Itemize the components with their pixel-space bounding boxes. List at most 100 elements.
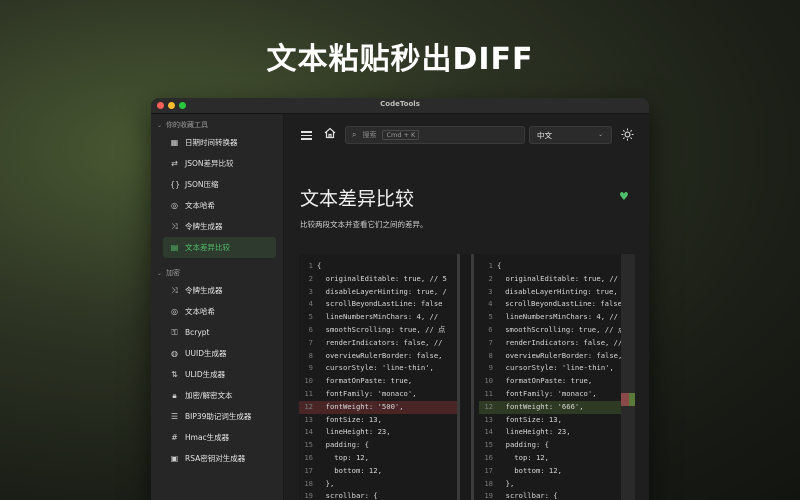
code-line[interactable]: 15 padding: { xyxy=(479,439,621,452)
language-select[interactable]: 中文 ⌄ xyxy=(529,126,612,144)
code-line[interactable]: 9 cursorStyle: 'line-thin', xyxy=(299,362,459,375)
sidebar-item[interactable]: {} JSON压缩 xyxy=(163,174,276,195)
code-line[interactable]: 8 overviewRulerBorder: false, xyxy=(479,350,621,363)
pane-scrollbar[interactable] xyxy=(457,254,460,500)
compare-icon: ⇄ xyxy=(171,159,178,168)
line-number: 13 xyxy=(304,414,313,424)
sidebar-item-label: 日期时间转换器 xyxy=(185,138,238,147)
code-line[interactable]: 11 fontFamily: 'monaco', xyxy=(479,388,621,401)
code-text: scrollBeyondLastLine: false, xyxy=(496,299,621,309)
code-text: scrollBeyondLastLine: false xyxy=(317,299,443,309)
eye-slash-icon: ◎ xyxy=(171,201,178,210)
code-text: lineNumbersMinChars: 4, // xyxy=(317,312,443,322)
code-line[interactable]: 2 originalEditable: true, // 5 xyxy=(299,273,459,286)
code-line[interactable]: 17 bottom: 12, xyxy=(479,465,621,478)
code-line[interactable]: 19 scrollbar: { xyxy=(479,490,621,500)
code-line[interactable]: 13 fontSize: 13, xyxy=(479,414,621,427)
sidebar-item[interactable]: ⚿ Bcrypt xyxy=(163,322,276,343)
code-line[interactable]: 7 renderIndicators: false, // xyxy=(479,337,621,350)
home-icon[interactable] xyxy=(324,127,336,139)
code-line[interactable]: 10 formatOnPaste: true, xyxy=(479,375,621,388)
sidebar-item[interactable]: ⇄ JSON差异比较 xyxy=(163,153,276,174)
code-line[interactable]: 3 disableLayerHinting: true, / xyxy=(299,286,459,299)
line-number: 16 xyxy=(304,452,313,462)
code-line[interactable]: 5 lineNumbersMinChars: 4, // xyxy=(479,311,621,324)
sidebar-item-label: 加密/解密文本 xyxy=(185,391,233,400)
menu-icon[interactable] xyxy=(301,129,312,140)
code-line[interactable]: 7 renderIndicators: false, // xyxy=(299,337,459,350)
code-text: cursorStyle: 'line-thin', xyxy=(317,363,434,373)
code-line[interactable]: 6 smoothScrolling: true, // 点 xyxy=(479,324,621,337)
search-input[interactable]: ⌕ 搜索 Cmd + K xyxy=(345,126,525,144)
sidebar-item[interactable]: ⇅ ULID生成器 xyxy=(163,364,276,385)
code-line[interactable]: 8 overviewRulerBorder: false, xyxy=(299,350,459,363)
code-line[interactable]: 16 top: 12, xyxy=(479,452,621,465)
favorites-section-title: 你的收藏工具 xyxy=(166,121,209,129)
sidebar-item[interactable]: ◍ UUID生成器 xyxy=(163,343,276,364)
code-line[interactable]: 17 bottom: 12, xyxy=(299,465,459,478)
code-text: disableLayerHinting: true, / xyxy=(317,286,447,296)
sidebar-item-label: JSON差异比较 xyxy=(185,159,234,168)
line-number: 17 xyxy=(304,465,313,475)
code-line[interactable]: 4 scrollBeyondLastLine: false xyxy=(299,298,459,311)
sidebar-item[interactable]: ⤨ 令牌生成器 xyxy=(163,280,276,301)
code-line[interactable]: 18 }, xyxy=(479,478,621,491)
code-text: formatOnPaste: true, xyxy=(497,376,593,386)
page-title: 文本差异比较 xyxy=(300,188,415,210)
window-title: CodeTools xyxy=(380,100,420,108)
code-line[interactable]: 6 smoothScrolling: true, // 点 xyxy=(299,324,459,337)
line-number: 10 xyxy=(304,376,313,386)
code-line[interactable]: 4 scrollBeyondLastLine: false, xyxy=(479,298,621,311)
code-line[interactable]: 19 scrollbar: { xyxy=(299,490,459,500)
original-pane[interactable]: 1{2 originalEditable: true, // 53 disabl… xyxy=(299,254,459,500)
diff-gutter xyxy=(471,254,474,500)
line-number: 8 xyxy=(488,350,493,360)
braces-icon: {} xyxy=(170,180,181,189)
line-number: 15 xyxy=(484,440,493,450)
main-content: ⌕ 搜索 Cmd + K 中文 ⌄ 文本差异比较 ♥ 比较两段文本并查看它们之间… xyxy=(285,114,649,500)
code-line[interactable]: 18 }, xyxy=(299,478,459,491)
code-line[interactable]: 3 disableLayerHinting: true, / xyxy=(479,286,621,299)
code-line[interactable]: 13 fontSize: 13, xyxy=(299,414,459,427)
eye-slash-icon: ◎ xyxy=(171,307,178,316)
sidebar-item[interactable]: ☰ BIP39助记词生成器 xyxy=(163,406,276,427)
code-line[interactable]: 9 cursorStyle: 'line-thin', xyxy=(479,362,621,375)
code-line[interactable]: 16 top: 12, xyxy=(299,452,459,465)
sun-icon[interactable] xyxy=(621,128,634,141)
line-number: 18 xyxy=(484,478,493,488)
code-text: overviewRulerBorder: false, xyxy=(496,350,621,360)
code-line[interactable]: 11 fontFamily: 'monaco', xyxy=(299,388,459,401)
sidebar-item[interactable]: ⤨ 令牌生成器 xyxy=(163,216,276,237)
sidebar-item[interactable]: ◎ 文本哈希 xyxy=(163,195,276,216)
code-line[interactable]: 12 fontWeight: '500', xyxy=(299,400,459,414)
code-line[interactable]: 1{ xyxy=(299,260,459,273)
sidebar-item[interactable]: ◎ 文本哈希 xyxy=(163,301,276,322)
sidebar-item[interactable]: ▦ 日期时间转换器 xyxy=(163,132,276,153)
sidebar-item[interactable]: 🔒︎ 加密/解密文本 xyxy=(163,385,276,406)
sidebar-item[interactable]: # Hmac生成器 xyxy=(163,427,276,448)
overview-ruler[interactable] xyxy=(621,254,635,500)
code-line[interactable]: 5 lineNumbersMinChars: 4, // xyxy=(299,311,459,324)
code-line[interactable]: 12 fontWeight: '666', xyxy=(479,400,621,414)
search-placeholder: 搜索 xyxy=(362,131,377,139)
code-line[interactable]: 2 originalEditable: true, // xyxy=(479,273,621,286)
code-text: fontFamily: 'monaco', xyxy=(317,388,417,398)
modified-pane[interactable]: 1{2 originalEditable: true, // 3 disable… xyxy=(479,254,621,500)
crypto-section-header[interactable]: ⌄ 加密 xyxy=(151,266,283,280)
code-text: padding: { xyxy=(317,440,369,450)
code-line[interactable]: 1{ xyxy=(479,260,621,273)
deletion-marker xyxy=(621,393,629,406)
code-line[interactable]: 14 lineHeight: 23, xyxy=(479,426,621,439)
heart-icon[interactable]: ♥ xyxy=(619,190,629,203)
code-text: originalEditable: true, // xyxy=(496,273,621,283)
diff-editor[interactable]: 1{2 originalEditable: true, // 53 disabl… xyxy=(299,254,635,500)
code-text: bottom: 12, xyxy=(317,465,382,475)
code-line[interactable]: 14 lineHeight: 23, xyxy=(299,426,459,439)
favorites-section-header[interactable]: ⌄ 你的收藏工具 xyxy=(151,118,283,132)
code-line[interactable]: 10 formatOnPaste: true, xyxy=(299,375,459,388)
code-line[interactable]: 15 padding: { xyxy=(299,439,459,452)
sidebar-item[interactable]: ▤ 文本差异比较 xyxy=(163,237,276,258)
line-number: 12 xyxy=(484,401,493,411)
document-icon: ▤ xyxy=(170,243,179,252)
sidebar-item[interactable]: ▣ RSA密钥对生成器 xyxy=(163,448,276,469)
